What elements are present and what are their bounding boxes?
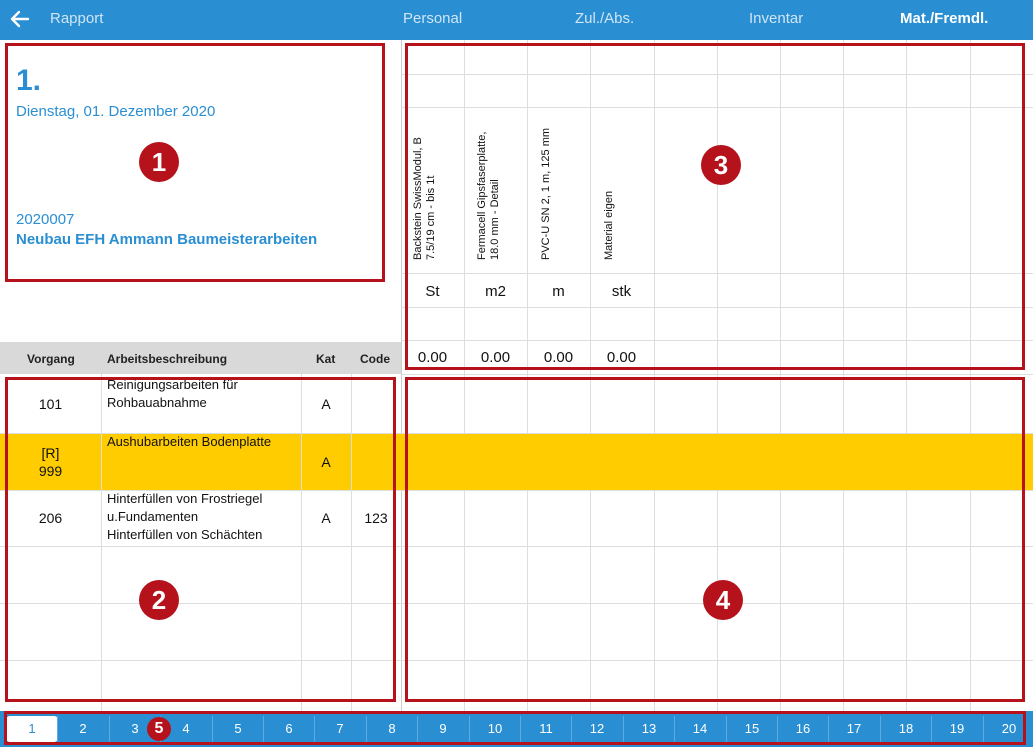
back-button[interactable] bbox=[8, 6, 34, 32]
material-total: 0.00 bbox=[480, 349, 511, 366]
material-total: 0.00 bbox=[543, 349, 574, 366]
page-button-15[interactable]: 15 bbox=[726, 716, 778, 742]
tab-inventar[interactable]: Inventar bbox=[749, 10, 803, 27]
column-header-kat: Kat bbox=[316, 352, 336, 366]
page-separator bbox=[983, 716, 984, 742]
kat-cell: A bbox=[321, 396, 331, 412]
project-name: Neubau EFH Ammann Baumeisterarbeiten bbox=[16, 231, 318, 248]
material-name: Backstein SwissModul, B 7.5/19 cm - bis … bbox=[412, 137, 437, 260]
page-separator bbox=[674, 716, 675, 742]
material-unit: m bbox=[552, 283, 565, 300]
tab-zul-abs[interactable]: Zul./Abs. bbox=[575, 10, 634, 27]
page-separator bbox=[571, 716, 572, 742]
vorgang-cell: 101 bbox=[38, 396, 63, 412]
page-button-3[interactable]: 3 bbox=[109, 716, 161, 742]
page-separator bbox=[880, 716, 881, 742]
tab-mat-fremdl[interactable]: Mat./Fremdl. bbox=[900, 10, 988, 27]
page-button-6[interactable]: 6 bbox=[263, 716, 315, 742]
page-button-7[interactable]: 7 bbox=[314, 716, 366, 742]
page-button-4[interactable]: 4 bbox=[160, 716, 212, 742]
page-separator bbox=[263, 716, 264, 742]
page-button-20[interactable]: 20 bbox=[983, 716, 1033, 742]
page-button-11[interactable]: 11 bbox=[520, 716, 572, 742]
page-button-10[interactable]: 10 bbox=[469, 716, 521, 742]
day-number: 1. bbox=[16, 64, 42, 97]
page-button-12[interactable]: 12 bbox=[571, 716, 623, 742]
material-name: PVC-U SN 2, 1 m, 125 mm bbox=[540, 127, 552, 260]
callout-badge-4: 4 bbox=[703, 580, 743, 620]
vorgang-cell: [R] 999 bbox=[38, 445, 63, 479]
material-total: 0.00 bbox=[606, 349, 637, 366]
tab-personal[interactable]: Personal bbox=[403, 10, 462, 27]
page-button-2[interactable]: 2 bbox=[57, 716, 109, 742]
column-header-code: Code bbox=[360, 352, 390, 366]
page-button-13[interactable]: 13 bbox=[623, 716, 675, 742]
description-cell: Reinigungsarbeiten für Rohbauabnahme bbox=[107, 377, 238, 410]
description-cell: Aushubarbeiten Bodenplatte bbox=[107, 434, 272, 449]
report-material-screen: Rapport Personal Zul./Abs. Inventar Mat.… bbox=[0, 0, 1033, 747]
material-unit: m2 bbox=[485, 283, 506, 300]
page-separator bbox=[160, 716, 161, 742]
page-separator bbox=[931, 716, 932, 742]
material-unit: stk bbox=[611, 283, 632, 300]
page-separator bbox=[314, 716, 315, 742]
description-cell: Hinterfüllen von Frostriegel u.Fundament… bbox=[107, 491, 263, 542]
page-separator bbox=[212, 716, 213, 742]
page-button-19[interactable]: 19 bbox=[931, 716, 983, 742]
nav-back-label[interactable]: Rapport bbox=[50, 10, 103, 27]
kat-cell: A bbox=[321, 510, 331, 526]
page-separator bbox=[417, 716, 418, 742]
page-separator bbox=[109, 716, 110, 742]
page-separator bbox=[57, 716, 58, 742]
top-nav-bar: Rapport Personal Zul./Abs. Inventar Mat.… bbox=[0, 0, 1033, 40]
page-button-17[interactable]: 17 bbox=[828, 716, 880, 742]
page-separator bbox=[726, 716, 727, 742]
kat-cell: A bbox=[321, 454, 331, 470]
page-button-14[interactable]: 14 bbox=[674, 716, 726, 742]
material-unit: St bbox=[425, 283, 440, 300]
callout-frame-4 bbox=[405, 377, 1025, 702]
table-header: Vorgang Arbeitsbeschreibung Kat Code bbox=[0, 342, 401, 374]
page-separator bbox=[469, 716, 470, 742]
project-number: 2020007 bbox=[16, 211, 75, 228]
page-button-9[interactable]: 9 bbox=[417, 716, 469, 742]
page-button-16[interactable]: 16 bbox=[777, 716, 829, 742]
arrow-left-icon bbox=[10, 10, 30, 28]
page-separator bbox=[366, 716, 367, 742]
callout-badge-1: 1 bbox=[139, 142, 179, 182]
column-header-arbeitsbeschreibung: Arbeitsbeschreibung bbox=[107, 352, 228, 366]
page-button-5[interactable]: 5 bbox=[212, 716, 264, 742]
callout-badge-2: 2 bbox=[139, 580, 179, 620]
material-name: Material eigen bbox=[603, 190, 615, 260]
page-separator bbox=[623, 716, 624, 742]
material-total: 0.00 bbox=[417, 349, 448, 366]
page-separator bbox=[828, 716, 829, 742]
page-button-1[interactable]: 1 bbox=[6, 716, 58, 742]
page-button-8[interactable]: 8 bbox=[366, 716, 418, 742]
vorgang-cell: 206 bbox=[38, 510, 63, 526]
material-name: Fermacell Gipsfaserplatte, 18.0 mm - Det… bbox=[476, 131, 501, 260]
code-cell: 123 bbox=[364, 510, 388, 526]
report-date: Dienstag, 01. Dezember 2020 bbox=[16, 103, 216, 120]
page-separator bbox=[777, 716, 778, 742]
page-button-18[interactable]: 18 bbox=[880, 716, 932, 742]
page-separator bbox=[520, 716, 521, 742]
column-header-vorgang: Vorgang bbox=[27, 352, 75, 366]
callout-badge-3: 3 bbox=[701, 145, 741, 185]
